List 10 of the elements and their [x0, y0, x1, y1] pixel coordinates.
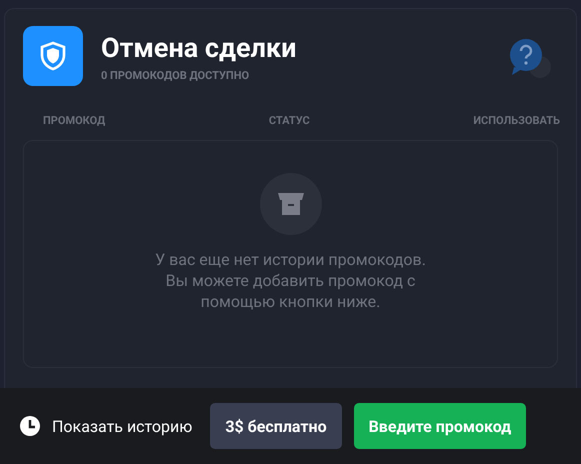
free-bonus-button[interactable]: 3$ бесплатно — [210, 403, 342, 449]
column-header: СТАТУС — [268, 114, 310, 127]
promo-count: 0 ПРОМОКОДОВ ДОСТУПНО — [101, 69, 250, 82]
empty-message: У вас еще нет истории промокодов. Вы можете добавить промокод с помощью кнопки ниже. — [154, 249, 427, 312]
page-title: Отмена сделки — [101, 32, 296, 64]
show-history-link[interactable]: Показать историю — [20, 416, 192, 436]
clock-icon — [20, 416, 40, 436]
shield-icon — [23, 26, 83, 86]
column-header: ПРОМОКОД — [43, 114, 106, 127]
column-header: ИСПОЛЬЗОВАТЬ — [473, 114, 560, 127]
